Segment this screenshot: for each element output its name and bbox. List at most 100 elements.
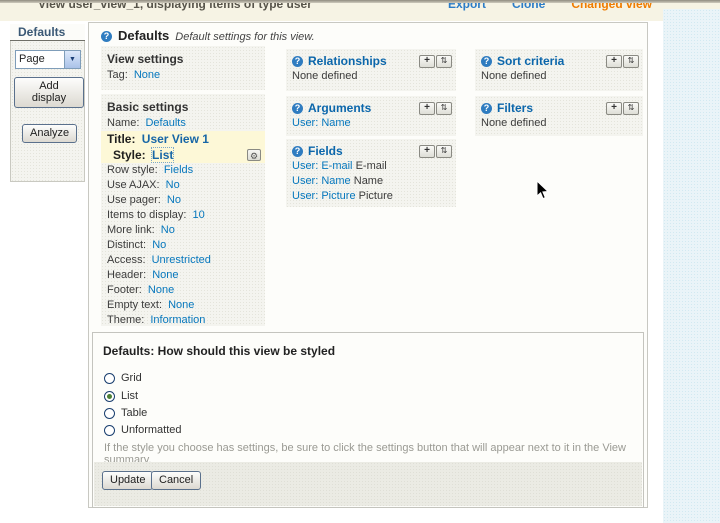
style-option-table[interactable]: Table [104, 407, 147, 419]
tag-setting-row: Tag: None [101, 68, 265, 83]
help-icon[interactable]: ? [481, 56, 492, 67]
style-settings-gear-button[interactable]: ⚙ [247, 149, 261, 161]
setting-row-rowstyle: Row style: Fields [101, 163, 265, 178]
rearrange-icon: ⇅ [628, 56, 635, 65]
sort-criteria-title-link[interactable]: Sort criteria [497, 54, 605, 68]
setting-row-theme: Theme: Information [101, 313, 265, 328]
field-link[interactable]: User: E-mail [292, 160, 353, 172]
chevron-down-icon: ▼ [69, 56, 76, 63]
basic-settings-box: Basic settings Name: Defaults Title: Use… [101, 94, 265, 326]
radio-icon[interactable] [104, 425, 115, 436]
setting-row-style: Style: List ⚙ [101, 147, 265, 163]
rearrange-sorts-button[interactable]: ⇅ [623, 55, 639, 68]
setting-label: Title: [107, 132, 135, 146]
help-icon[interactable]: ? [292, 103, 303, 114]
field-link[interactable]: User: Name [292, 175, 351, 187]
display-sidebar: Page ▼ Add display Analyze [10, 41, 85, 182]
radio-icon[interactable] [104, 391, 115, 402]
setting-row-header: Header: None [101, 268, 265, 283]
rearrange-fields-button[interactable]: ⇅ [436, 145, 452, 158]
clone-link[interactable]: Clone [512, 3, 545, 11]
radio-label: List [121, 390, 138, 402]
update-button[interactable]: Update [102, 471, 153, 490]
setting-label: Name: [107, 117, 139, 129]
field-admin-label: E-mail [353, 160, 387, 172]
setting-label: Theme: [107, 314, 144, 326]
rearrange-filters-button[interactable]: ⇅ [623, 102, 639, 115]
filters-section: ? Filters + ⇅ None defined [475, 96, 643, 136]
help-icon[interactable]: ? [292, 56, 303, 67]
fields-title-link[interactable]: Fields [308, 144, 418, 158]
help-icon[interactable]: ? [101, 31, 112, 42]
help-icon[interactable]: ? [292, 146, 303, 157]
setting-label: Footer: [107, 284, 142, 296]
add-sort-button[interactable]: + [606, 55, 622, 68]
fields-section: ? Fields + ⇅ User: E-mail E-mail User: N… [286, 139, 456, 207]
setting-value-link[interactable]: List [152, 148, 173, 162]
view-settings-box: View settings Tag: None [101, 46, 265, 90]
setting-label: Empty text: [107, 299, 162, 311]
add-filter-button[interactable]: + [606, 102, 622, 115]
page-title-bar: View user_view_1, displaying items of ty… [0, 3, 720, 21]
export-link[interactable]: Export [448, 3, 486, 11]
style-form-heading: Defaults: How should this view be styled [103, 344, 335, 358]
add-argument-button[interactable]: + [419, 102, 435, 115]
view-settings-title: View settings [101, 46, 265, 68]
cancel-button[interactable]: Cancel [151, 471, 201, 490]
radio-label: Grid [121, 372, 142, 384]
rearrange-arguments-button[interactable]: ⇅ [436, 102, 452, 115]
setting-value-link[interactable]: Defaults [145, 117, 185, 129]
setting-row-title: Title: User View 1 [101, 131, 265, 147]
tag-value-link[interactable]: None [134, 69, 160, 81]
setting-value-link[interactable]: None [148, 284, 174, 296]
setting-row-items: Items to display: 10 [101, 208, 265, 223]
argument-link[interactable]: User: Name [292, 117, 351, 129]
setting-value-link[interactable]: User View 1 [142, 132, 209, 146]
filters-title-link[interactable]: Filters [497, 101, 605, 115]
tag-label: Tag: [107, 69, 128, 81]
rearrange-icon: ⇅ [628, 103, 635, 112]
setting-value-link[interactable]: None [168, 299, 194, 311]
setting-value-link[interactable]: No [152, 239, 166, 251]
radio-icon[interactable] [104, 408, 115, 419]
style-option-grid[interactable]: Grid [104, 372, 142, 384]
arguments-title-link[interactable]: Arguments [308, 101, 418, 115]
plus-icon: + [611, 55, 617, 66]
field-admin-label: Name [351, 175, 383, 187]
changed-view-indicator[interactable]: Changed view [571, 3, 652, 11]
field-item: User: Name Name [286, 174, 456, 189]
setting-row-ajax: Use AJAX: No [101, 178, 265, 193]
relationships-title-link[interactable]: Relationships [308, 54, 418, 68]
radio-label: Unformatted [121, 424, 182, 436]
display-type-select[interactable]: Page ▼ [15, 50, 81, 69]
sort-criteria-empty-text: None defined [475, 69, 643, 82]
setting-value-link[interactable]: No [161, 224, 175, 236]
rearrange-relationships-button[interactable]: ⇅ [436, 55, 452, 68]
sidebar-tab-defaults[interactable]: Defaults [10, 24, 85, 41]
add-relationship-button[interactable]: + [419, 55, 435, 68]
dropdown-button[interactable]: ▼ [64, 51, 80, 68]
display-header-title: Defaults [118, 28, 169, 43]
style-option-list[interactable]: List [104, 390, 138, 402]
help-icon[interactable]: ? [481, 103, 492, 114]
setting-value-link[interactable]: None [152, 269, 178, 281]
setting-label: Style: [113, 148, 146, 162]
setting-row-name: Name: Defaults [101, 116, 265, 131]
setting-value-link[interactable]: No [167, 194, 181, 206]
setting-label: Header: [107, 269, 146, 281]
setting-value-link[interactable]: Unrestricted [152, 254, 211, 266]
setting-value-link[interactable]: No [166, 179, 180, 191]
add-display-button[interactable]: Add display [14, 77, 84, 108]
setting-label: More link: [107, 224, 155, 236]
add-field-button[interactable]: + [419, 145, 435, 158]
style-option-unformatted[interactable]: Unformatted [104, 424, 182, 436]
setting-value-link[interactable]: Information [150, 314, 205, 326]
field-link[interactable]: User: Picture [292, 190, 356, 202]
setting-value-link[interactable]: Fields [164, 164, 193, 176]
analyze-button[interactable]: Analyze [22, 124, 77, 143]
setting-value-link[interactable]: 10 [193, 209, 205, 221]
radio-icon[interactable] [104, 373, 115, 384]
setting-label: Row style: [107, 164, 158, 176]
field-item: User: E-mail E-mail [286, 159, 456, 174]
radio-label: Table [121, 407, 147, 419]
